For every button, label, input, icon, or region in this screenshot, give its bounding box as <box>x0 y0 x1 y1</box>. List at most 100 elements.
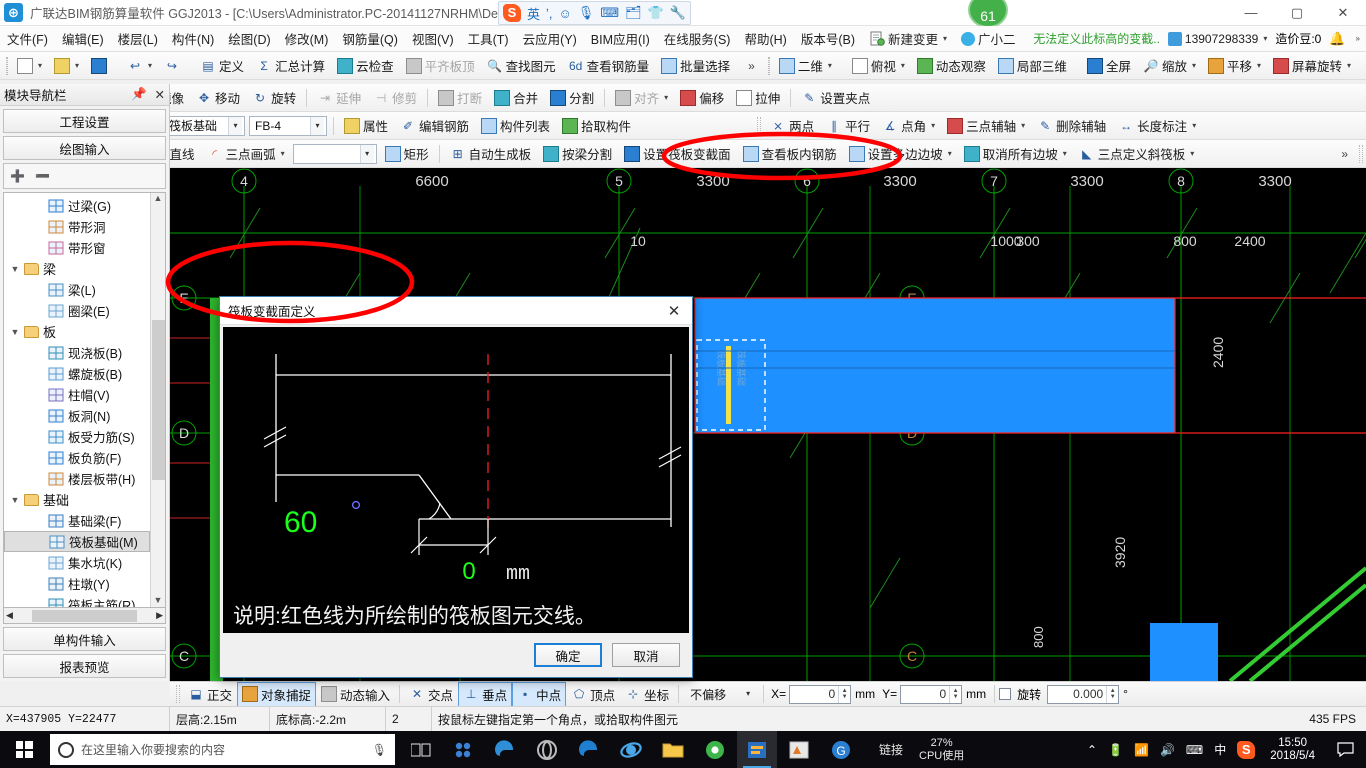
account-chevron-down-icon[interactable]: ▾ <box>1263 34 1267 43</box>
tree-item-leaf[interactable]: 带形洞 <box>4 216 150 237</box>
y-input[interactable]: 0 ▲ ▼ <box>900 684 963 704</box>
menu-version[interactable]: 版本号(B) <box>794 26 862 51</box>
vertex-snap-toggle[interactable]: ⬠ 顶点 <box>566 682 620 706</box>
undo-button[interactable]: ↩ ▾ <box>121 55 158 77</box>
tree-item-folder[interactable]: ▼ 梁 <box>4 258 150 279</box>
three-point-sloped-raft-button[interactable]: ◣ 三点定义斜筏板 ▾ <box>1073 141 1201 166</box>
chevron-down-icon[interactable]: ▾ <box>948 149 952 158</box>
sogou-icon[interactable]: S <box>1237 740 1256 759</box>
scroll-right-icon[interactable]: ▶ <box>156 610 163 621</box>
chevron-down-icon[interactable]: ▾ <box>664 93 668 102</box>
chevron-down-icon[interactable]: ▼ <box>8 264 22 274</box>
tree-item-leaf[interactable]: 基础梁(F) <box>4 510 150 531</box>
properties-button[interactable]: 属性 <box>338 113 394 138</box>
tree-item-leaf[interactable]: 柱墩(Y) <box>4 573 150 594</box>
pin-icon[interactable]: 📌 <box>131 87 147 102</box>
rectangle-tool-button[interactable]: 矩形 <box>379 141 435 166</box>
y-spinner[interactable]: ▲ ▼ <box>949 685 961 703</box>
opera-icon[interactable] <box>527 731 567 768</box>
toolbar-grip-2[interactable] <box>767 56 770 75</box>
chevron-down-icon[interactable]: ▾ <box>281 149 285 158</box>
taskbar-search-box[interactable]: 在这里输入你要搜索的内容 🎙 <box>50 734 395 765</box>
dialog-close-icon[interactable]: ✕ <box>660 302 688 320</box>
menu-modify[interactable]: 修改(M) <box>278 26 336 51</box>
tree-item-leaf[interactable]: 板洞(N) <box>4 405 150 426</box>
tree-item-leaf[interactable]: 梁(L) <box>4 279 150 300</box>
fullscreen-button[interactable]: 全屏 <box>1081 53 1137 78</box>
pan-button[interactable]: 平移 ▾ <box>1202 53 1267 78</box>
chevron-down-icon[interactable]: ▾ <box>943 34 947 43</box>
battery-icon[interactable]: 🔋 <box>1108 743 1123 757</box>
menu-tools[interactable]: 工具(T) <box>461 26 516 51</box>
single-component-input-button[interactable]: 单构件输入 <box>3 627 166 651</box>
maximize-button[interactable]: ▢ <box>1274 0 1320 26</box>
menu-view[interactable]: 视图(V) <box>405 26 461 51</box>
ime-emoji-icon[interactable]: ☺ <box>559 6 572 21</box>
tree-item-leaf[interactable]: 柱帽(V) <box>4 384 150 405</box>
ime-keyboard-icon[interactable]: ⌨ <box>600 5 619 21</box>
chevron-up-icon[interactable]: ⌃ <box>1087 743 1097 757</box>
volume-icon[interactable]: 🔊 <box>1160 743 1175 757</box>
tree-item-folder[interactable]: ▼ 基础 <box>4 489 150 510</box>
name-combo[interactable]: FB-4 ▾ <box>249 115 327 136</box>
menubar-overflow-icon[interactable]: » <box>1356 34 1360 43</box>
ime-toolbar[interactable]: S 英 ʼ, ☺ 🎙 ⌨ 🗂 👕 🔧 <box>498 1 691 25</box>
tree-item-leaf[interactable]: 集水坑(K) <box>4 552 150 573</box>
scroll-down-icon[interactable]: ▼ <box>154 595 163 605</box>
midpoint-snap-toggle[interactable]: ▪ 中点 <box>512 682 567 706</box>
chevron-down-icon[interactable]: ▾ <box>1192 61 1196 70</box>
chevron-down-icon[interactable]: ▾ <box>1021 121 1025 130</box>
offset-button[interactable]: 偏移 <box>674 85 730 110</box>
chevron-down-icon[interactable]: ▾ <box>931 121 935 130</box>
edit-rebar-button[interactable]: ✐ 编辑钢筋 <box>394 113 475 138</box>
chevron-down-icon[interactable]: ▾ <box>1190 149 1194 158</box>
chevron-down-icon[interactable]: ▾ <box>741 685 755 703</box>
delete-axis-button[interactable]: ✎ 删除辅轴 <box>1031 113 1112 138</box>
perpendicular-snap-toggle[interactable]: ⊥ 垂点 <box>458 682 513 706</box>
ime-cn-icon[interactable]: 中 <box>1214 741 1226 758</box>
chevron-down-icon[interactable]: ▾ <box>310 116 324 135</box>
auto-slab-button[interactable]: ⊞ 自动生成板 <box>444 141 538 166</box>
chevron-down-icon[interactable]: ▾ <box>1192 121 1196 130</box>
type-combo[interactable]: 筏板基础 ▾ <box>163 115 245 136</box>
app-orange-icon[interactable] <box>737 731 777 768</box>
split-by-beam-button[interactable]: 按梁分割 <box>537 141 618 166</box>
cloud-check-button[interactable]: 云检查 <box>331 53 400 78</box>
toolbar-grip[interactable] <box>6 56 8 75</box>
action-center-icon[interactable] <box>1330 731 1360 768</box>
chevron-down-icon[interactable]: ▾ <box>901 61 905 70</box>
keyboard-icon[interactable]: ⌨ <box>1186 743 1203 757</box>
object-snap-toggle[interactable]: 对象捕捉 <box>237 682 317 706</box>
edge-icon[interactable] <box>569 731 609 768</box>
statusbar-grip[interactable] <box>176 685 180 703</box>
redo-button[interactable]: ↪ <box>158 55 186 77</box>
chevron-down-icon[interactable]: ▾ <box>359 144 374 163</box>
chevron-down-icon[interactable]: ▼ <box>8 327 22 337</box>
draw-toolbar-overflow-icon[interactable]: » <box>1333 147 1356 161</box>
menu-online-service[interactable]: 在线服务(S) <box>657 26 738 51</box>
taskbar-clock[interactable]: 15:50 2018/5/4 <box>1266 737 1319 763</box>
coordinate-snap-toggle[interactable]: ⊹ 坐标 <box>620 682 674 706</box>
save-button[interactable] <box>85 55 113 77</box>
view-2d-button[interactable]: 二维 ▾ <box>773 53 838 78</box>
scroll-up-icon[interactable]: ▲ <box>154 193 163 203</box>
minimize-button[interactable]: — <box>1228 0 1274 26</box>
raft-variable-section-dialog[interactable]: 筏板变截面定义 ✕ 60 0 mm 说明:红色线为所绘制的筏板图元交线。 确定 … <box>219 296 693 678</box>
menu-component[interactable]: 构件(N) <box>165 26 221 51</box>
draw-option-combo[interactable]: ▾ <box>292 143 377 164</box>
chevron-down-icon[interactable]: ▾ <box>75 61 79 70</box>
open-file-button[interactable]: ▾ <box>48 55 85 77</box>
cancel-all-slope-button[interactable]: 取消所有边坡 ▾ <box>958 141 1073 166</box>
tree-item-leaf[interactable]: 圈梁(E) <box>4 300 150 321</box>
view-rebar-qty-button[interactable]: 6d 查看钢筋量 <box>562 53 656 78</box>
report-preview-button[interactable]: 报表预览 <box>3 654 166 678</box>
tree-vertical-scrollbar[interactable]: ▲ ▼ <box>150 193 165 607</box>
parallel-button[interactable]: ∥ 平行 <box>820 113 876 138</box>
offset-mode-combo[interactable]: 不偏移 ▾ <box>685 684 757 704</box>
menu-bim[interactable]: BIM应用(I) <box>584 26 657 51</box>
rotate-button[interactable]: ↻ 旋转 <box>246 85 302 110</box>
chevron-down-icon[interactable]: ▾ <box>148 61 152 70</box>
chevron-down-icon[interactable]: ▾ <box>228 116 242 135</box>
close-icon[interactable]: ✕ <box>155 87 165 102</box>
view-slab-rebar-button[interactable]: 查看板内钢筋 <box>737 141 843 166</box>
